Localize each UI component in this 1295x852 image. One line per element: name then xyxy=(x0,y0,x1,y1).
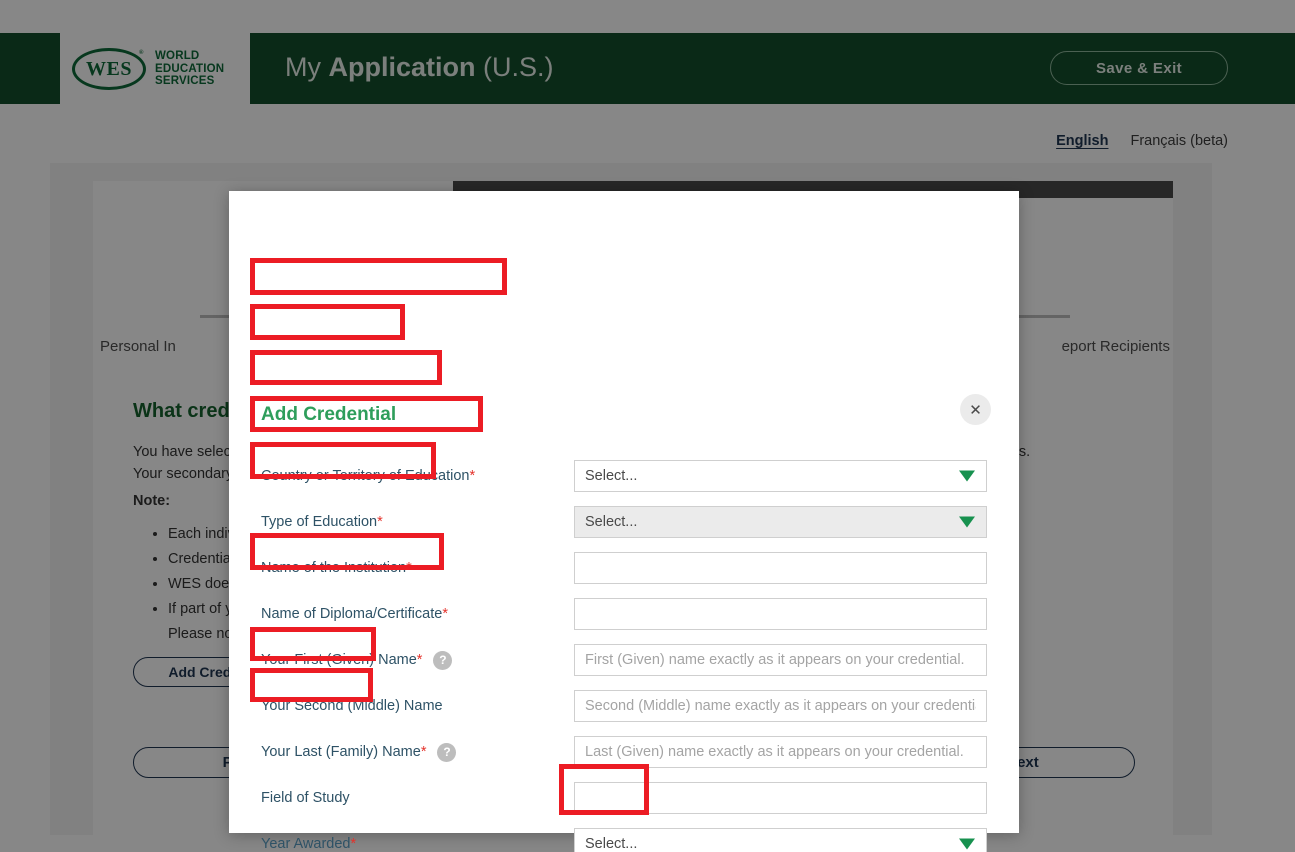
label-wrap-country: Country or Territory of Education* xyxy=(261,468,574,484)
screen: WES WORLD EDUCATION SERVICES My Applicat… xyxy=(0,0,1295,852)
form-row-country: Country or Territory of Education* Selec… xyxy=(261,453,987,499)
input-last-name[interactable] xyxy=(574,736,987,768)
select-type-value: Select... xyxy=(585,514,638,530)
form-row-first-name: Your First (Given) Name* ? xyxy=(261,637,987,683)
label-year-awarded: Year Awarded* xyxy=(261,836,357,852)
label-first-name-text: Your First (Given) Name xyxy=(261,652,417,668)
input-first-name[interactable] xyxy=(574,644,987,676)
chevron-down-icon xyxy=(959,838,975,850)
form-row-year-awarded: Year Awarded* Select... xyxy=(261,821,987,852)
label-wrap-type: Type of Education* xyxy=(261,514,574,530)
control-diploma xyxy=(574,598,987,630)
label-diploma: Name of Diploma/Certificate* xyxy=(261,606,448,622)
form-row-institution: Name of the Institution* xyxy=(261,545,987,591)
input-institution[interactable] xyxy=(574,552,987,584)
label-field-of-study: Field of Study xyxy=(261,790,350,806)
label-diploma-text: Name of Diploma/Certificate xyxy=(261,606,443,622)
label-wrap-first-name: Your First (Given) Name* ? xyxy=(261,650,574,670)
select-country-value: Select... xyxy=(585,468,638,484)
select-year-awarded-value: Select... xyxy=(585,836,638,852)
label-wrap-diploma: Name of Diploma/Certificate* xyxy=(261,606,574,622)
form-row-type: Type of Education* Select... xyxy=(261,499,987,545)
add-credential-modal: Add Credential ✕ Country or Territory of… xyxy=(229,191,1019,852)
label-type-text: Type of Education xyxy=(261,514,378,530)
label-type-of-education: Type of Education* xyxy=(261,514,383,530)
control-first-name xyxy=(574,644,987,676)
input-diploma[interactable] xyxy=(574,598,987,630)
label-wrap-middle-name: Your Second (Middle) Name xyxy=(261,698,574,714)
chevron-down-icon xyxy=(959,516,975,528)
form-row-diploma: Name of Diploma/Certificate* xyxy=(261,591,987,637)
select-year-awarded[interactable]: Select... xyxy=(574,828,987,852)
input-field-of-study[interactable] xyxy=(574,782,987,814)
control-year-awarded: Select... xyxy=(574,828,987,852)
help-icon[interactable]: ? xyxy=(437,742,457,762)
modal-title: Add Credential xyxy=(261,404,397,425)
chevron-down-icon xyxy=(959,470,975,482)
help-icon[interactable]: ? xyxy=(433,650,453,670)
label-institution-text: Name of the Institution xyxy=(261,560,407,576)
label-wrap-last-name: Your Last (Family) Name* ? xyxy=(261,742,574,762)
select-type-of-education[interactable]: Select... xyxy=(574,506,987,538)
control-country: Select... xyxy=(574,460,987,492)
label-institution: Name of the Institution* xyxy=(261,560,412,576)
control-last-name xyxy=(574,736,987,768)
control-institution xyxy=(574,552,987,584)
label-year-awarded-text: Year Awarded xyxy=(261,836,351,852)
label-last-name-text: Your Last (Family) Name xyxy=(261,744,421,760)
control-type: Select... xyxy=(574,506,987,538)
label-wrap-field-of-study: Field of Study xyxy=(261,790,574,806)
select-country[interactable]: Select... xyxy=(574,460,987,492)
label-middle-name: Your Second (Middle) Name xyxy=(261,698,443,714)
label-wrap-year-awarded: Year Awarded* xyxy=(261,836,574,852)
credential-form: Country or Territory of Education* Selec… xyxy=(261,453,987,852)
label-wrap-institution: Name of the Institution* xyxy=(261,560,574,576)
input-middle-name[interactable] xyxy=(574,690,987,722)
control-field-of-study xyxy=(574,782,987,814)
label-last-name: Your Last (Family) Name* xyxy=(261,744,427,760)
form-row-last-name: Your Last (Family) Name* ? xyxy=(261,729,987,775)
form-row-middle-name: Your Second (Middle) Name xyxy=(261,683,987,729)
label-first-name: Your First (Given) Name* xyxy=(261,652,423,668)
label-country-text: Country or Territory of Education xyxy=(261,468,470,484)
control-middle-name xyxy=(574,690,987,722)
label-country: Country or Territory of Education* xyxy=(261,468,476,484)
form-row-field-of-study: Field of Study xyxy=(261,775,987,821)
close-icon[interactable]: ✕ xyxy=(960,394,991,425)
